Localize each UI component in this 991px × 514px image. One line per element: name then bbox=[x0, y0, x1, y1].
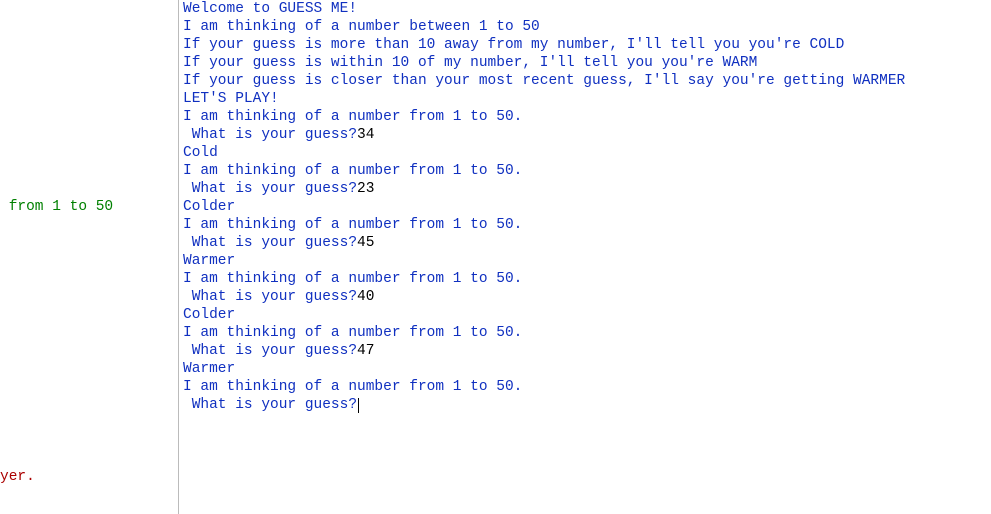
console-prompt-line: What is your guess?45 bbox=[183, 234, 991, 252]
user-input: 47 bbox=[357, 343, 374, 359]
console-line: Cold bbox=[183, 144, 991, 162]
user-input: 40 bbox=[357, 289, 374, 305]
code-editor-pane[interactable]: from 1 to 50 yer. between 1 to 50') 10 a… bbox=[0, 0, 178, 514]
console-line: I am thinking of a number from 1 to 50. bbox=[183, 108, 991, 126]
console-line: If your guess is more than 10 away from … bbox=[183, 36, 991, 54]
console-line: Warmer bbox=[183, 252, 991, 270]
console-line: If your guess is closer than your most r… bbox=[183, 72, 991, 90]
console-line: I am thinking of a number from 1 to 50. bbox=[183, 162, 991, 180]
console-line: If your guess is within 10 of my number,… bbox=[183, 54, 991, 72]
console-line: Colder bbox=[183, 198, 991, 216]
code-comment-fragment: yer. bbox=[0, 469, 35, 485]
console-line: I am thinking of a number from 1 to 50. bbox=[183, 324, 991, 342]
console-prompt-line: What is your guess?23 bbox=[183, 180, 991, 198]
console-line: Welcome to GUESS ME! bbox=[183, 0, 991, 18]
console-prompt-line: What is your guess?40 bbox=[183, 288, 991, 306]
console-prompt-line[interactable]: What is your guess? bbox=[183, 396, 991, 414]
console-prompt-line: What is your guess?34 bbox=[183, 126, 991, 144]
console-line: Colder bbox=[183, 306, 991, 324]
console-line: I am thinking of a number between 1 to 5… bbox=[183, 18, 991, 36]
user-input: 34 bbox=[357, 127, 374, 143]
console-line: I am thinking of a number from 1 to 50. bbox=[183, 216, 991, 234]
user-input: 45 bbox=[357, 235, 374, 251]
code-string-fragment: from 1 to 50 bbox=[0, 199, 113, 215]
console-line: I am thinking of a number from 1 to 50. bbox=[183, 378, 991, 396]
console-output-pane[interactable]: Welcome to GUESS ME! I am thinking of a … bbox=[178, 0, 991, 514]
console-line: Warmer bbox=[183, 360, 991, 378]
user-input: 23 bbox=[357, 181, 374, 197]
text-cursor bbox=[358, 398, 359, 413]
console-line: I am thinking of a number from 1 to 50. bbox=[183, 270, 991, 288]
console-prompt-line: What is your guess?47 bbox=[183, 342, 991, 360]
console-line: LET'S PLAY! bbox=[183, 90, 991, 108]
